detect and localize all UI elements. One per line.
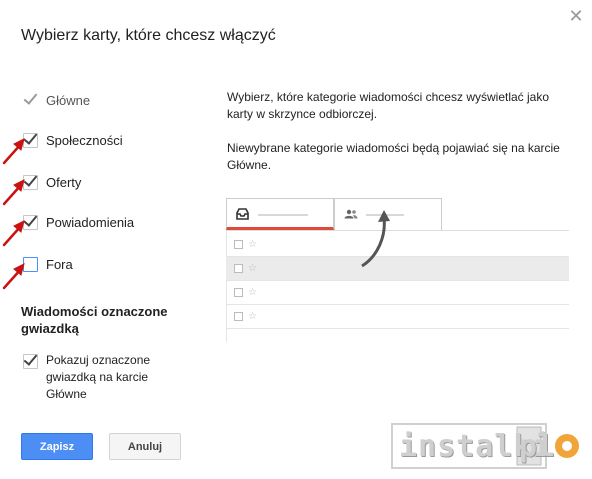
close-icon[interactable]: ✕ <box>566 6 586 26</box>
option-glowne-label: Główne <box>46 92 91 108</box>
cancel-button[interactable]: Anuluj <box>109 433 181 460</box>
option-starred[interactable]: Pokazuj oznaczone gwiazdką na karcie Głó… <box>23 352 176 403</box>
option-powiadomienia-label[interactable]: Powiadomienia <box>46 215 134 230</box>
curved-arrow-icon <box>361 210 390 268</box>
tabs-settings-dialog: Wybierz karty, które chcesz włączyć ✕ Gł… <box>0 0 592 479</box>
watermark-suffix: pl <box>519 429 556 464</box>
checkbox-starred[interactable] <box>23 354 38 369</box>
save-button[interactable]: Zapisz <box>21 433 93 460</box>
checkbox-glowne <box>23 93 38 108</box>
watermark-logo: instalki pl <box>391 423 587 469</box>
description-text-1: Wybierz, które kategorie wiadomości chce… <box>227 90 550 121</box>
option-oferty-label[interactable]: Oferty <box>46 175 81 190</box>
option-fora-label[interactable]: Fora <box>46 257 73 272</box>
annotation-arrows <box>2 138 25 290</box>
option-spolecznosci-label[interactable]: Społeczności <box>46 133 123 148</box>
tabs-preview: ☆ ☆ ☆ ☆ <box>226 198 569 342</box>
starred-section-title: Wiadomości oznaczone gwiazdką <box>21 304 168 336</box>
description-text-2: Niewybrane kategorie wiadomości będą poj… <box>227 141 560 172</box>
option-starred-label[interactable]: Pokazuj oznaczone gwiazdką na karcie Głó… <box>46 352 176 403</box>
dialog-title: Wybierz karty, które chcesz włączyć <box>21 27 276 44</box>
option-glowne: Główne <box>23 91 90 109</box>
